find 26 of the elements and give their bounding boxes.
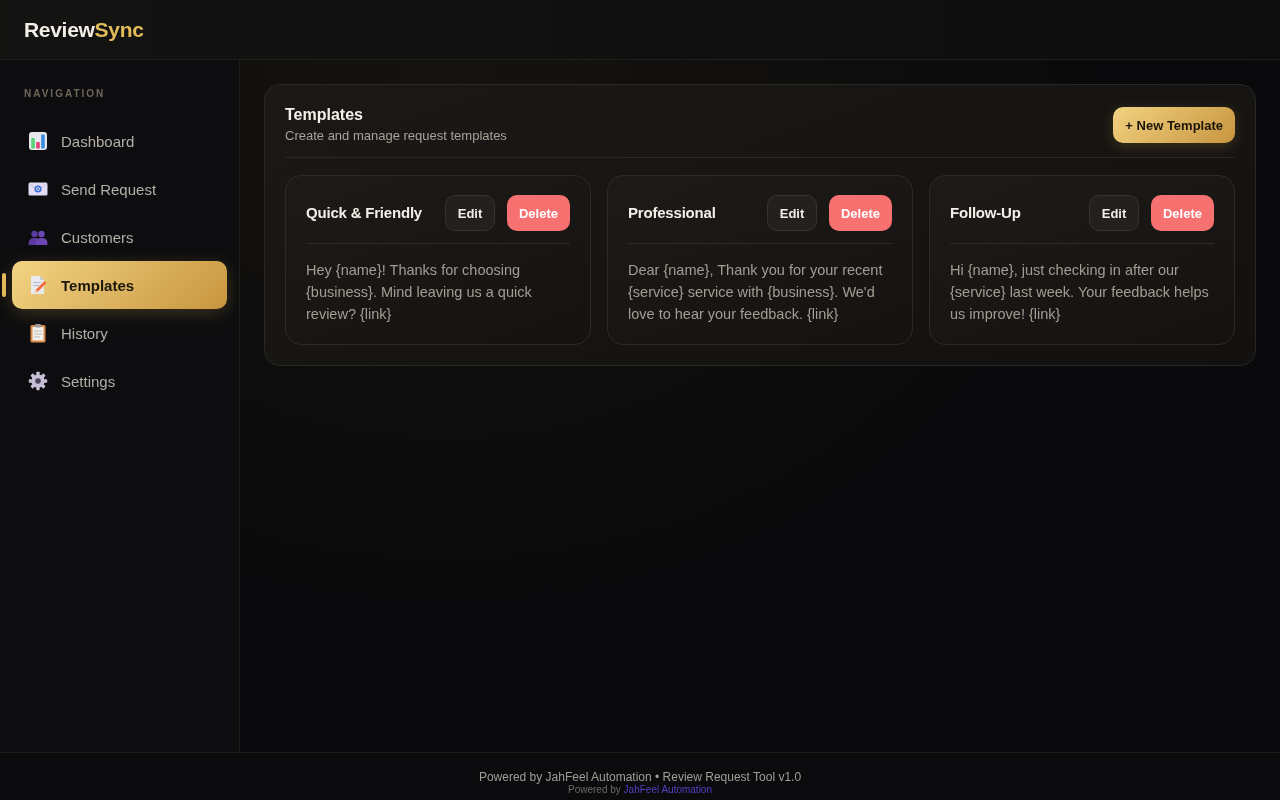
document-pencil-icon (28, 275, 48, 295)
edit-button[interactable]: Edit (1089, 195, 1139, 231)
bar-chart-icon (28, 131, 48, 151)
template-title: Quick & Friendly (306, 204, 422, 221)
nav-item[interactable]: Customers (12, 213, 227, 261)
footer-text: Powered by JahFeel Automation • Review Request Tool v1.0 (478, 770, 802, 784)
nav-heading: NAVIGATION (23, 88, 106, 100)
credit-text: Powered by JahFeel Automation (568, 784, 712, 796)
edit-button[interactable]: Edit (767, 195, 817, 231)
nav-item[interactable]: Send Request (12, 165, 227, 213)
nav-item[interactable]: Dashboard (12, 117, 227, 165)
template-title: Professional (628, 204, 716, 221)
edit-button[interactable]: Edit (445, 195, 495, 231)
panel-title: Templates (285, 105, 363, 125)
template-title: Follow-Up (950, 204, 1021, 221)
nav-item[interactable]: Settings (12, 357, 227, 405)
selection-indicator (2, 273, 6, 297)
template-text: Hi {name}, just checking in after our {service} last week. Your feedback helps us improve! {link} (950, 261, 1210, 324)
app-logo: ReviewSync (24, 17, 144, 42)
panel-subtitle: Create and manage request templates (285, 127, 507, 145)
template-text: Dear {name}, Thank you for your recent {service} service with {business}. We'd love to hear your feedback. {link} (628, 261, 884, 324)
clipboard-icon (28, 323, 48, 343)
new-template-button[interactable]: + New Template (1113, 107, 1235, 143)
settings-icon (28, 371, 48, 391)
nav-item[interactable]: History (12, 309, 227, 357)
template-text: Hey {name}! Thanks for choosing {business}. Mind leaving us a quick review? {link} (306, 261, 533, 324)
